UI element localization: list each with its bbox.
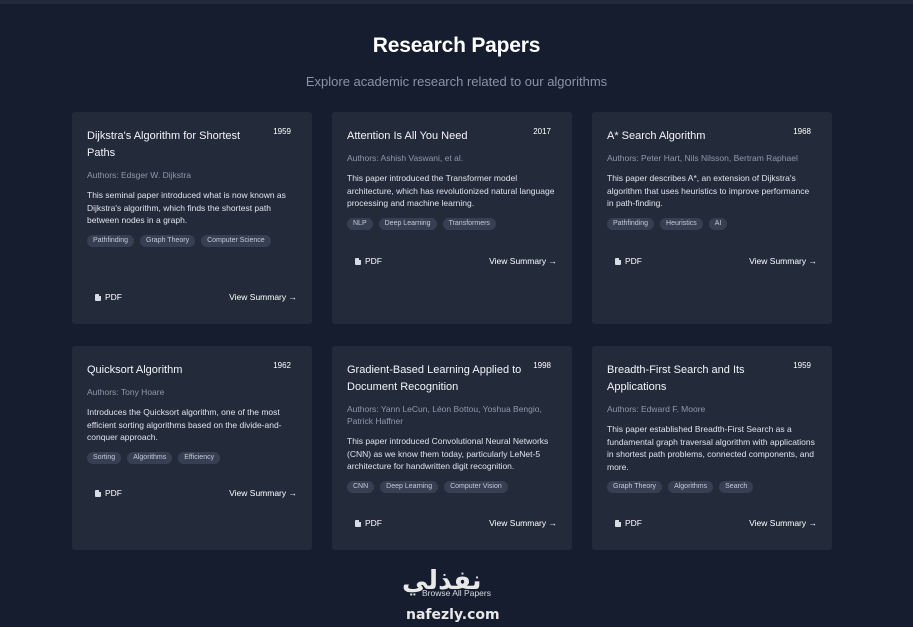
tag[interactable]: Sorting [87, 451, 122, 464]
paper-description: This seminal paper introduced what is no… [87, 190, 286, 225]
tag[interactable]: Pathfinding [607, 217, 655, 230]
pdf-link[interactable]: PDF [355, 518, 382, 528]
paper-actions: PDF View Summary → [615, 518, 817, 528]
paper-year: 1998 [533, 361, 551, 370]
tag[interactable]: Graph Theory [607, 481, 663, 493]
document-icon [95, 293, 101, 301]
paper-actions: PDF View Summary → [355, 256, 557, 266]
tag[interactable]: Graph Theory [140, 234, 196, 247]
watermark-logo: نفذلي nafezly.com [400, 566, 515, 624]
watermark-latin: nafezly.com [406, 607, 500, 623]
paper-year: 1959 [273, 127, 291, 136]
tag[interactable]: Algorithms [668, 481, 714, 493]
tag[interactable]: Deep Learning [378, 217, 437, 230]
pdf-link[interactable]: PDF [615, 256, 642, 266]
paper-tags: CNN Deep Learning Computer Vision [347, 480, 557, 493]
paper-tags: Graph Theory Algorithms Search [607, 481, 817, 493]
paper-year: 1962 [273, 361, 291, 370]
paper-title: Breadth-First Search and Its Application… [607, 364, 745, 393]
pdf-label: PDF [365, 256, 382, 266]
paper-card: Dijkstra's Algorithm for Shortest Paths … [72, 112, 312, 324]
view-summary-link[interactable]: View Summary → [749, 256, 817, 266]
tag[interactable]: Search [719, 481, 754, 493]
paper-title: Attention Is All You Need [347, 130, 468, 142]
tag[interactable]: Deep Learning [380, 480, 439, 493]
document-icon [355, 519, 361, 527]
paper-actions: PDF View Summary → [615, 256, 817, 266]
document-icon [95, 489, 101, 497]
paper-description: This paper introduced the Transformer mo… [347, 173, 555, 208]
paper-description: This paper established Breadth-First Sea… [607, 424, 815, 472]
pdf-label: PDF [365, 518, 382, 528]
pdf-label: PDF [105, 292, 122, 302]
paper-year: 1959 [793, 361, 811, 370]
paper-actions: PDF View Summary → [95, 488, 297, 498]
tag[interactable]: AI [708, 217, 728, 230]
tag[interactable]: Computer Science [201, 234, 271, 247]
paper-tags: Pathfinding Graph Theory Computer Scienc… [87, 234, 297, 247]
paper-actions: PDF View Summary → [355, 518, 557, 528]
view-summary-link[interactable]: View Summary → [489, 256, 557, 266]
paper-authors: Authors: Edsger W. Dijkstra [87, 170, 191, 180]
tag[interactable]: Heuristics [660, 217, 703, 230]
paper-tags: NLP Deep Learning Transformers [347, 217, 557, 230]
paper-title: A* Search Algorithm [607, 130, 706, 142]
top-bar [0, 0, 913, 4]
pdf-link[interactable]: PDF [355, 256, 382, 266]
tag[interactable]: Efficiency [178, 451, 221, 464]
paper-authors: Authors: Ashish Vaswani, et al. [347, 153, 464, 163]
pdf-link[interactable]: PDF [615, 518, 642, 528]
pdf-link[interactable]: PDF [95, 292, 122, 302]
pdf-label: PDF [625, 518, 642, 528]
page-header: Research Papers Explore academic researc… [0, 34, 913, 89]
paper-card: Breadth-First Search and Its Application… [592, 346, 832, 550]
paper-actions: PDF View Summary → [95, 292, 297, 302]
paper-description: This paper introduced Convolutional Neur… [347, 436, 549, 471]
paper-card: A* Search Algorithm 1968 Authors: Peter … [592, 112, 832, 324]
paper-card: Quicksort Algorithm 1962 Authors: Tony H… [72, 346, 312, 550]
document-icon [355, 257, 361, 265]
view-summary-link[interactable]: View Summary → [229, 488, 297, 498]
watermark-arabic: نفذلي [402, 566, 482, 596]
tag[interactable]: NLP [347, 217, 373, 230]
pdf-link[interactable]: PDF [95, 488, 122, 498]
paper-title: Dijkstra's Algorithm for Shortest Paths [87, 130, 241, 159]
pdf-label: PDF [105, 488, 122, 498]
paper-tags: Sorting Algorithms Efficiency [87, 451, 297, 464]
paper-authors: Authors: Yann LeCun, Léon Bottou, Yoshua… [347, 404, 542, 426]
tag[interactable]: Computer Vision [444, 480, 508, 493]
document-icon [615, 257, 621, 265]
paper-year: 2017 [533, 127, 551, 136]
view-summary-link[interactable]: View Summary → [489, 518, 557, 528]
paper-card: Gradient-Based Learning Applied to Docum… [332, 346, 572, 550]
paper-title: Quicksort Algorithm [87, 364, 183, 376]
paper-card: Attention Is All You Need 2017 Authors: … [332, 112, 572, 324]
paper-tags: Pathfinding Heuristics AI [607, 217, 817, 230]
document-icon [615, 519, 621, 527]
view-summary-link[interactable]: View Summary → [229, 292, 297, 302]
paper-authors: Authors: Edward F. Moore [607, 404, 706, 414]
page-title: Research Papers [372, 34, 541, 57]
paper-authors: Authors: Tony Hoare [87, 387, 165, 397]
paper-description: Introduces the Quicksort algorithm, one … [87, 407, 282, 442]
tag[interactable]: Algorithms [127, 451, 173, 464]
view-summary-link[interactable]: View Summary → [749, 518, 817, 528]
tag[interactable]: CNN [347, 480, 375, 493]
paper-description: This paper describes A*, an extension of… [607, 173, 810, 208]
tag[interactable]: Transformers [442, 217, 496, 230]
paper-year: 1968 [793, 127, 811, 136]
pdf-label: PDF [625, 256, 642, 266]
paper-title: Gradient-Based Learning Applied to Docum… [347, 364, 522, 393]
tag[interactable]: Pathfinding [87, 234, 135, 247]
paper-authors: Authors: Peter Hart, Nils Nilsson, Bertr… [607, 153, 798, 163]
page-subtitle: Explore academic research related to our… [305, 74, 608, 89]
